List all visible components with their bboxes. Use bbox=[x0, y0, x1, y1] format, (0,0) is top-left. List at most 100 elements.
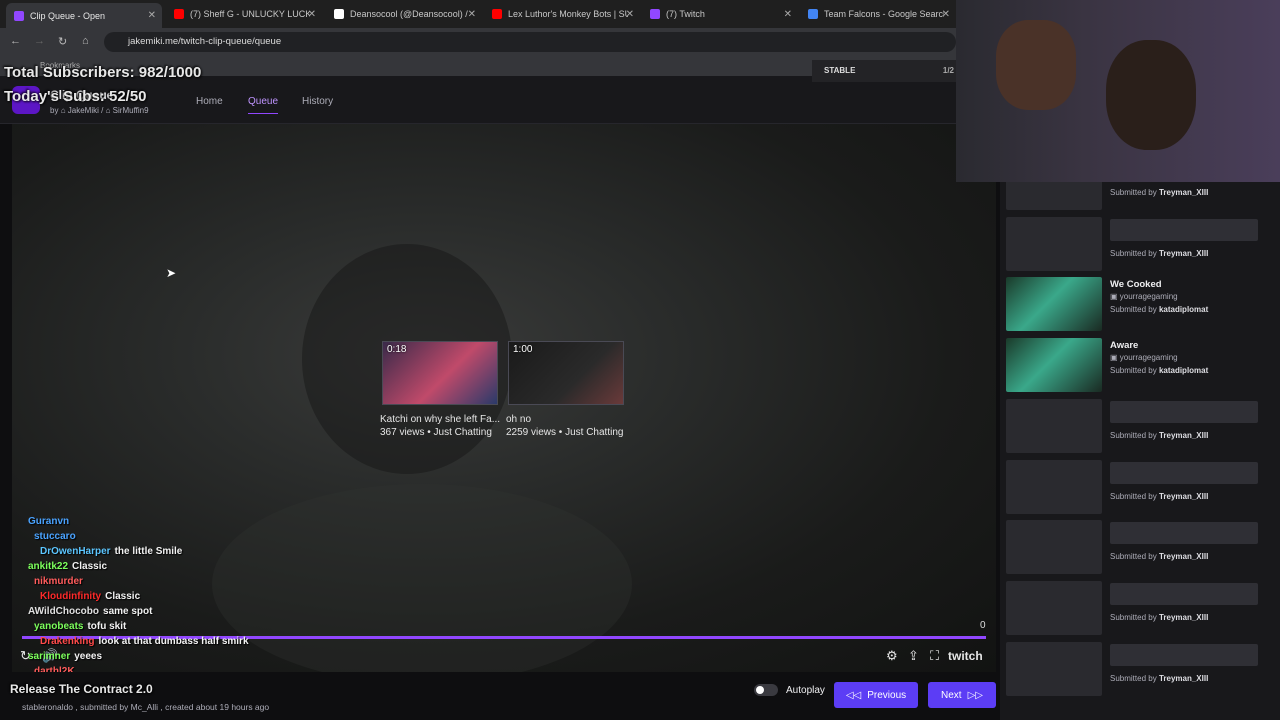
clip-meta: stableronaldo , submitted by Mc_Alli , c… bbox=[22, 702, 270, 712]
submitted-prefix: Submitted by bbox=[1110, 430, 1157, 440]
suggestion-thumb-2[interactable]: 1:00 bbox=[508, 341, 624, 405]
browser-tab[interactable]: (7) Sheff G - UNLUCKY LUCKY ✕ bbox=[166, 3, 322, 25]
queue-title-placeholder bbox=[1110, 522, 1258, 545]
share-icon[interactable]: ⇪ bbox=[908, 648, 919, 664]
queue-submitter: Submitted by Treyman_XIII bbox=[1110, 249, 1208, 258]
tab-favicon-icon bbox=[808, 9, 818, 19]
tab-close-icon[interactable]: ✕ bbox=[148, 10, 156, 21]
submitted-prefix: Submitted by bbox=[1110, 188, 1157, 197]
queue-title-placeholder bbox=[1110, 643, 1258, 666]
chat-text: Classic bbox=[72, 561, 108, 572]
suggestion-meta: 367 views • Just Chatting bbox=[380, 427, 492, 438]
chat-message: nikmurder bbox=[34, 576, 87, 587]
queue-channel-name: yourragegaming bbox=[1119, 353, 1178, 363]
settings-icon[interactable]: ⚙ bbox=[886, 648, 898, 664]
browser-tab[interactable]: Lex Luthor's Monkey Bots | SU ✕ bbox=[484, 3, 640, 25]
queue-item[interactable]: Submitted by Treyman_XIII bbox=[1006, 182, 1276, 212]
twitch-logo[interactable]: twitch bbox=[948, 649, 983, 663]
tab-close-icon[interactable]: ✕ bbox=[626, 9, 634, 20]
queue-thumbnail bbox=[1006, 580, 1102, 635]
tab-title: (7) Sheff G - UNLUCKY LUCKY bbox=[190, 9, 310, 19]
queue-channel: ▣ yourragegaming bbox=[1110, 353, 1178, 362]
chat-username: AWildChocobo bbox=[28, 606, 100, 617]
nav-queue[interactable]: Queue bbox=[248, 96, 279, 114]
url-input[interactable]: jakemiki.me/twitch-clip-queue/queue bbox=[104, 32, 956, 52]
tab-close-icon[interactable]: ✕ bbox=[468, 9, 476, 20]
queue-item[interactable]: Submitted by Treyman_XIII bbox=[1006, 398, 1276, 455]
browser-tab[interactable]: Deansocool (@Deansocool) / X ✕ bbox=[326, 3, 482, 25]
reload-icon[interactable]: ↻ bbox=[58, 35, 67, 48]
fullscreen-icon[interactable]: ⛶ bbox=[930, 648, 939, 664]
author-link-2[interactable]: SirMuffin9 bbox=[113, 106, 149, 115]
twitch-icon: ⌂ bbox=[105, 106, 111, 115]
submitter-name: Treyman_XIII bbox=[1158, 552, 1209, 562]
fast-forward-icon: ▷▷ bbox=[967, 689, 983, 701]
author-link-1[interactable]: JakeMiki bbox=[68, 106, 99, 115]
chat-text: tofu skit bbox=[87, 621, 127, 632]
chat-username: sarimner bbox=[28, 651, 71, 662]
browser-address-bar: ← → ↻ ⌂ jakemiki.me/twitch-clip-queue/qu… bbox=[0, 28, 960, 56]
next-button[interactable]: Next ▷▷ bbox=[928, 682, 996, 708]
chat-message: AWildChocobo same spot bbox=[28, 606, 152, 617]
submitted-prefix: Submitted by bbox=[1110, 673, 1157, 683]
back-icon[interactable]: ← bbox=[10, 35, 21, 47]
browser-tab[interactable]: (7) Twitch ✕ bbox=[642, 3, 798, 25]
submitter-name: katadiplomat bbox=[1158, 366, 1209, 376]
tab-title: Lex Luthor's Monkey Bots | SU bbox=[508, 9, 628, 19]
nav-home[interactable]: Home bbox=[196, 96, 223, 107]
queue-title: We Cooked bbox=[1110, 279, 1162, 291]
tab-close-icon[interactable]: ✕ bbox=[308, 9, 316, 20]
tab-favicon-icon bbox=[174, 9, 184, 19]
tab-favicon-icon bbox=[492, 9, 502, 19]
tab-title: Deansocool (@Deansocool) / X bbox=[350, 9, 470, 19]
queue-title-placeholder bbox=[1110, 218, 1258, 241]
chat-username: Drakenking bbox=[40, 636, 95, 647]
submitted-prefix: Submitted by bbox=[1110, 552, 1157, 562]
mouse-cursor-icon: ➤ bbox=[166, 266, 177, 280]
player-count: 0 bbox=[980, 620, 986, 631]
queue-submitter: Submitted by katadiplomat bbox=[1110, 366, 1208, 375]
chat-text: Classic bbox=[105, 591, 141, 602]
browser-tab[interactable]: Clip Queue - Open ✕ bbox=[6, 3, 162, 28]
autoplay-toggle[interactable] bbox=[754, 684, 778, 696]
queue-item[interactable]: Submitted by Treyman_XIII bbox=[1006, 520, 1276, 576]
submitter-name: Treyman_XIII bbox=[1158, 430, 1209, 440]
queue-item[interactable]: Submitted by Treyman_XIII bbox=[1006, 641, 1276, 698]
tab-close-icon[interactable]: ✕ bbox=[784, 9, 792, 20]
nav-history[interactable]: History bbox=[302, 96, 333, 107]
queue-item[interactable]: Submitted by Treyman_XIII bbox=[1006, 216, 1276, 273]
suggestion-title[interactable]: oh no bbox=[506, 414, 531, 425]
queue-item[interactable]: Submitted by Treyman_XIII bbox=[1006, 580, 1276, 637]
browser-tab[interactable]: Team Falcons - Google Search ✕ bbox=[800, 3, 956, 25]
queue-item[interactable]: Aware ▣ yourragegaming Submitted by katadi… bbox=[1006, 338, 1276, 394]
url-text: jakemiki.me/twitch-clip-queue/queue bbox=[128, 36, 282, 47]
queue-channel-name: yourragegaming bbox=[1119, 292, 1178, 302]
submitted-prefix: Submitted by bbox=[1110, 305, 1157, 315]
forward-icon[interactable]: → bbox=[34, 35, 45, 47]
stable-panel: STABLE 1/2 bbox=[812, 60, 960, 82]
queue-item[interactable]: We Cooked ▣ yourragegaming Submitted by ka… bbox=[1006, 277, 1276, 333]
plush-toy bbox=[996, 20, 1076, 110]
previous-button[interactable]: ◁◁ Previous bbox=[834, 682, 918, 708]
suggestion-thumb-1[interactable]: 0:18 bbox=[382, 341, 498, 405]
queue-thumbnail bbox=[1006, 398, 1102, 453]
queue-thumbnail bbox=[1006, 277, 1102, 332]
chat-text: the little Smile bbox=[114, 546, 183, 557]
chat-text: yeees bbox=[74, 651, 103, 662]
suggestion-title[interactable]: Katchi on why she left Fa... bbox=[380, 414, 500, 425]
tab-close-icon[interactable]: ✕ bbox=[942, 9, 950, 20]
chat-username: Kloudinfinity bbox=[40, 591, 102, 602]
queue-item[interactable]: Submitted by Treyman_XIII bbox=[1006, 459, 1276, 516]
submitted-prefix: Submitted by bbox=[1110, 491, 1157, 501]
queue-thumbnail bbox=[1006, 338, 1102, 393]
submitted-prefix: Submitted by bbox=[1110, 366, 1157, 376]
chat-message: Drakenking look at that dumbass half smir… bbox=[40, 636, 249, 647]
tab-favicon-icon bbox=[334, 9, 344, 19]
queue-title-placeholder bbox=[1110, 461, 1258, 484]
queue-title-placeholder bbox=[1110, 582, 1258, 605]
queue-submitter: Submitted by Treyman_XIII bbox=[1110, 492, 1208, 501]
home-icon[interactable]: ⌂ bbox=[82, 35, 89, 47]
tab-favicon-icon bbox=[650, 9, 660, 19]
chat-username: Guranvn bbox=[28, 516, 70, 527]
submitter-name: Treyman_XIII bbox=[1158, 491, 1209, 501]
